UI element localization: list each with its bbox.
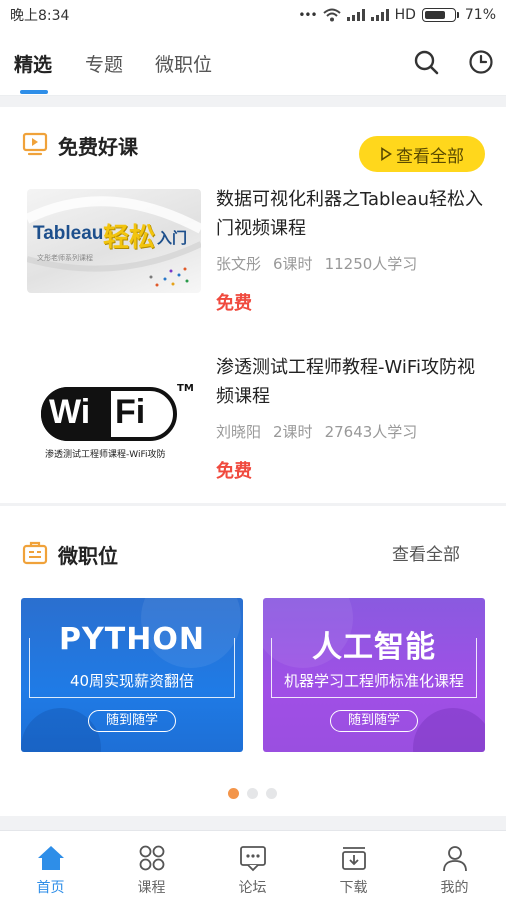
- course-author: 刘晓阳: [216, 423, 262, 441]
- play-outline-icon: [381, 147, 392, 161]
- grid-icon: [139, 845, 165, 871]
- signal-icon: [346, 9, 365, 21]
- trademark: TM: [177, 383, 194, 394]
- home-icon: [38, 846, 64, 870]
- course-item[interactable]: Wi Fi TM 渗透测试工程师课程-WiFi攻防 渗透测试工程师教程-WiFi…: [0, 353, 506, 513]
- nav-label-courses: 课程: [137, 880, 166, 896]
- clock-icon[interactable]: [467, 48, 495, 76]
- tab-topics[interactable]: 专题: [85, 50, 123, 77]
- briefcase-icon: [22, 541, 48, 565]
- thumb-caption: 渗透测试工程师课程-WiFi攻防: [45, 450, 166, 460]
- battery-icon: [421, 8, 459, 22]
- nav-forum[interactable]: 论坛: [202, 831, 303, 900]
- carousel-dot[interactable]: [266, 788, 277, 799]
- top-nav: 精选 专题 微职位: [0, 30, 506, 96]
- banner-subtitle: 40周实现薪资翻倍: [69, 672, 195, 690]
- nav-label-home: 首页: [36, 880, 65, 896]
- banner-subtitle: 机器学习工程师标准化课程: [283, 672, 464, 690]
- course-item[interactable]: Tableau 轻松 入门 文彤老师系列课程 数据可视化利器之Tableau轻松…: [0, 185, 506, 345]
- search-icon[interactable]: [412, 48, 440, 76]
- thumb-brand: Tableau: [33, 223, 104, 244]
- video-play-icon: [22, 132, 48, 156]
- free-courses-section: 免费好课 查看全部 Tableau 轻松 入门 文彤老师系列课程 数据可视化利器…: [0, 107, 506, 503]
- status-indicators: ••• HD 71%: [298, 7, 496, 23]
- course-title[interactable]: 渗透测试工程师教程-WiFi攻防视频课程: [216, 353, 486, 411]
- banner-title: PYTHON: [59, 622, 205, 657]
- status-bar: 晚上8:34 ••• HD 71%: [0, 0, 506, 30]
- banner-title: 人工智能: [312, 630, 436, 665]
- course-meta: 刘晓阳 2课时 27643人学习: [216, 421, 417, 442]
- course-lessons: 2课时: [273, 423, 313, 441]
- user-icon: [443, 846, 467, 872]
- section-title-free: 免费好课: [58, 135, 138, 159]
- nav-courses[interactable]: 课程: [101, 831, 202, 900]
- micro-jobs-section: 微职位 查看全部 PYTHON 40周实现薪资翻倍 随到随学 人工智能 机器学习…: [0, 506, 506, 816]
- course-author: 张文彤: [216, 255, 262, 273]
- nav-mine[interactable]: 我的: [404, 831, 505, 900]
- wifi-logo-right: Fi: [115, 393, 146, 431]
- course-price: 免费: [216, 293, 252, 314]
- thumb-highlight: 轻松: [103, 222, 156, 252]
- course-lessons: 6课时: [273, 255, 313, 273]
- view-all-free-button[interactable]: 查看全部: [359, 136, 485, 172]
- course-thumbnail: Wi Fi TM 渗透测试工程师课程-WiFi攻防: [27, 357, 201, 461]
- carousel-dot[interactable]: [247, 788, 258, 799]
- banner-chip: 随到随学: [330, 710, 418, 732]
- nav-label-mine: 我的: [440, 880, 469, 896]
- network-type: HD: [394, 7, 416, 23]
- battery-percent: 71%: [464, 7, 496, 23]
- thumb-suffix: 入门: [157, 229, 188, 247]
- view-all-free-label: 查看全部: [396, 146, 464, 167]
- nav-home[interactable]: 首页: [0, 831, 101, 900]
- nav-label-download: 下载: [339, 880, 368, 896]
- status-time: 晚上8:34: [10, 8, 70, 24]
- tab-featured[interactable]: 精选: [14, 50, 52, 77]
- signal-icon-2: [370, 9, 389, 21]
- section-title-micro: 微职位: [58, 544, 118, 568]
- wifi-icon: [322, 8, 341, 22]
- carousel-dots: [228, 788, 277, 799]
- bottom-nav: 首页 课程 论坛 下载 我的: [0, 830, 506, 900]
- chat-icon: [240, 846, 266, 872]
- course-thumbnail: Tableau 轻松 入门 文彤老师系列课程: [27, 189, 201, 293]
- view-all-micro-link[interactable]: 查看全部: [392, 540, 460, 565]
- course-price: 免费: [216, 461, 252, 482]
- tab-micro-jobs[interactable]: 微职位: [155, 50, 212, 77]
- course-meta: 张文彤 6课时 11250人学习: [216, 253, 417, 274]
- active-tab-indicator: [20, 90, 48, 94]
- banner-python[interactable]: PYTHON 40周实现薪资翻倍 随到随学: [21, 598, 243, 752]
- course-learners: 11250人学习: [324, 255, 418, 273]
- course-title[interactable]: 数据可视化利器之Tableau轻松入门视频课程: [216, 185, 486, 243]
- carousel-dot[interactable]: [228, 788, 239, 799]
- download-icon: [342, 847, 366, 870]
- banner-ai[interactable]: 人工智能 机器学习工程师标准化课程 随到随学: [263, 598, 485, 752]
- course-learners: 27643人学习: [324, 423, 418, 441]
- wifi-logo-left: Wi: [49, 393, 91, 431]
- thumb-caption: 文彤老师系列课程: [37, 254, 93, 262]
- nav-label-forum: 论坛: [238, 880, 267, 896]
- nav-download[interactable]: 下载: [303, 831, 404, 900]
- banner-chip: 随到随学: [88, 710, 176, 732]
- more-dots: •••: [298, 8, 317, 22]
